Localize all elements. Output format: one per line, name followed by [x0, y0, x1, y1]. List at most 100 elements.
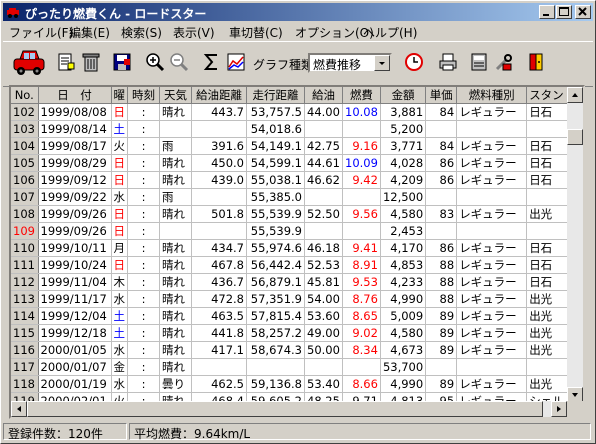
table-row[interactable]: 105 1999/08/29 日: 晴れ 450.0 54,599.1 44.61 10.09…: [11, 154, 579, 172]
cell-col-cost[interactable]: 12,500: [380, 188, 427, 206]
graph-icon[interactable]: [225, 51, 247, 73]
table-row[interactable]: 115 1999/12/18 土: 晴れ 441.8 58,257.2 49.00 9.02 4…: [11, 324, 579, 342]
cell-col-weekday[interactable]: 日: [111, 154, 128, 172]
sum-icon[interactable]: [201, 51, 223, 73]
cell-col-cost[interactable]: 4,990: [380, 290, 427, 308]
cell-col-unit-price[interactable]: 86: [425, 239, 458, 257]
cell-col-weekday[interactable]: 火: [111, 137, 128, 155]
cell-col-fuel-type[interactable]: レギュラー: [456, 205, 528, 223]
table-row[interactable]: 107 1999/09/22 水: 雨 55,385.0 12,500: [11, 188, 579, 206]
cell-col-no[interactable]: 110: [11, 239, 39, 257]
cell-col-date[interactable]: 2000/01/05: [38, 341, 112, 359]
cell-col-no[interactable]: 118: [11, 375, 39, 393]
cell-col-time[interactable]: :: [127, 103, 160, 121]
cell-col-fuel-type[interactable]: レギュラー: [456, 103, 528, 121]
header-col-date[interactable]: 日 付: [38, 87, 112, 104]
vertical-scrollbar[interactable]: [567, 87, 583, 403]
cell-col-no[interactable]: 112: [11, 273, 39, 291]
cell-col-fuel-type[interactable]: レギュラー: [456, 273, 528, 291]
cell-col-weather[interactable]: 晴れ: [159, 273, 192, 291]
table-row[interactable]: 110 1999/10/11 月: 晴れ 434.7 55,974.6 46.18 9.41 4…: [11, 239, 579, 257]
header-col-no[interactable]: No.: [11, 87, 39, 104]
cell-col-fuel-amount[interactable]: 45.81: [304, 273, 343, 291]
cell-col-time[interactable]: :: [127, 188, 160, 206]
cell-col-fuel-amount[interactable]: [304, 222, 343, 240]
cell-col-fuel-amount[interactable]: 50.00: [304, 341, 343, 359]
cell-col-cost[interactable]: 3,881: [380, 103, 427, 121]
cell-col-odometer[interactable]: [246, 358, 305, 376]
cell-col-weekday[interactable]: 土: [111, 324, 128, 342]
cell-col-unit-price[interactable]: 89: [425, 341, 458, 359]
cell-col-weekday[interactable]: 日: [111, 256, 128, 274]
cell-col-unit-price[interactable]: 88: [425, 290, 458, 308]
chevron-down-icon[interactable]: [374, 55, 390, 71]
cell-col-cost[interactable]: 4,028: [380, 154, 427, 172]
cell-col-no[interactable]: 109: [11, 222, 39, 240]
cell-col-odometer[interactable]: 55,539.9: [246, 222, 305, 240]
cell-col-weather[interactable]: 晴れ: [159, 154, 192, 172]
menu-help[interactable]: ヘルプ(H): [363, 24, 417, 41]
cell-col-time[interactable]: :: [127, 239, 160, 257]
cell-col-weather[interactable]: [159, 120, 192, 138]
cell-col-date[interactable]: 1999/08/17: [38, 137, 112, 155]
cell-col-fuel-amount[interactable]: [304, 120, 343, 138]
cell-col-fuel-type[interactable]: [456, 358, 528, 376]
cell-col-date[interactable]: 1999/08/29: [38, 154, 112, 172]
cell-col-time[interactable]: :: [127, 171, 160, 189]
cell-col-trip-distance[interactable]: [191, 358, 247, 376]
cell-col-cost[interactable]: 2,453: [380, 222, 427, 240]
cell-col-no[interactable]: 107: [11, 188, 39, 206]
cell-col-date[interactable]: 1999/09/26: [38, 205, 112, 223]
cell-col-date[interactable]: 1999/11/17: [38, 290, 112, 308]
zoom-out-icon[interactable]: [168, 51, 190, 73]
cell-col-weekday[interactable]: 水: [111, 341, 128, 359]
table-row[interactable]: 104 1999/08/17 火: 雨 391.6 54,149.1 42.75 9.16 3,…: [11, 137, 579, 155]
header-col-trip-distance[interactable]: 給油距離: [191, 87, 247, 104]
cell-col-fuel-amount[interactable]: 53.40: [304, 375, 343, 393]
cell-col-fuel-economy[interactable]: 8.65: [342, 307, 381, 325]
cell-col-cost[interactable]: 53,700: [380, 358, 427, 376]
cell-col-unit-price[interactable]: 84: [425, 103, 458, 121]
cell-col-trip-distance[interactable]: 436.7: [191, 273, 247, 291]
minimize-button[interactable]: [539, 5, 555, 19]
cell-col-weather[interactable]: 曇り: [159, 375, 192, 393]
cell-col-time[interactable]: :: [127, 290, 160, 308]
cell-col-weather[interactable]: 晴れ: [159, 307, 192, 325]
cell-col-fuel-amount[interactable]: 52.50: [304, 205, 343, 223]
table-row[interactable]: 106 1999/09/12 日: 晴れ 439.0 55,038.1 46.62 9.42 4…: [11, 171, 579, 189]
cell-col-fuel-economy[interactable]: [342, 222, 381, 240]
horizontal-scroll-thumb[interactable]: [27, 401, 543, 417]
cell-col-odometer[interactable]: 54,599.1: [246, 154, 305, 172]
table-row[interactable]: 117 2000/01/07 金: 晴れ 53,700: [11, 358, 579, 376]
cell-col-weekday[interactable]: 水: [111, 375, 128, 393]
cell-col-date[interactable]: 1999/10/24: [38, 256, 112, 274]
save-icon[interactable]: [111, 51, 133, 73]
cell-col-date[interactable]: 2000/01/07: [38, 358, 112, 376]
cell-col-fuel-economy[interactable]: 8.34: [342, 341, 381, 359]
cell-col-date[interactable]: 1999/09/26: [38, 222, 112, 240]
cell-col-date[interactable]: 1999/10/11: [38, 239, 112, 257]
cell-col-no[interactable]: 117: [11, 358, 39, 376]
cell-col-no[interactable]: 114: [11, 307, 39, 325]
cell-col-weather[interactable]: 晴れ: [159, 103, 192, 121]
cell-col-weather[interactable]: 晴れ: [159, 171, 192, 189]
scroll-left-arrow-icon[interactable]: [11, 401, 27, 417]
cell-col-no[interactable]: 111: [11, 256, 39, 274]
cell-col-time[interactable]: :: [127, 375, 160, 393]
cell-col-trip-distance[interactable]: 391.6: [191, 137, 247, 155]
cell-col-cost[interactable]: 4,170: [380, 239, 427, 257]
cell-col-date[interactable]: 1999/12/18: [38, 324, 112, 342]
cell-col-odometer[interactable]: 54,149.1: [246, 137, 305, 155]
cell-col-odometer[interactable]: 58,257.2: [246, 324, 305, 342]
cell-col-weather[interactable]: 晴れ: [159, 341, 192, 359]
close-button[interactable]: [575, 5, 591, 19]
new-entry-icon[interactable]: [55, 51, 77, 73]
cell-col-trip-distance[interactable]: 434.7: [191, 239, 247, 257]
trash-icon[interactable]: [80, 51, 102, 73]
cell-col-fuel-type[interactable]: レギュラー: [456, 341, 528, 359]
cell-col-fuel-amount[interactable]: 46.62: [304, 171, 343, 189]
graph-type-select[interactable]: 燃費推移: [308, 53, 392, 73]
cell-col-no[interactable]: 103: [11, 120, 39, 138]
cell-col-no[interactable]: 116: [11, 341, 39, 359]
cell-col-time[interactable]: :: [127, 324, 160, 342]
